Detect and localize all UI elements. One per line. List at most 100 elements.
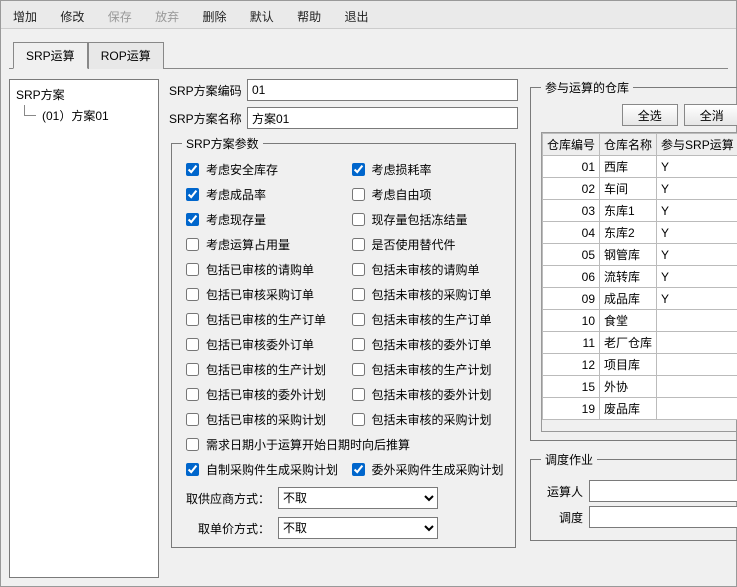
table-row[interactable]: 10食堂 [543,310,737,332]
cell-name: 外协 [600,376,657,398]
param-checkbox[interactable] [186,388,199,401]
default-button[interactable]: 默认 [240,5,284,28]
check-item: 包括已审核委外订单 [182,335,340,354]
cell-code: 02 [543,178,600,200]
cell-name: 项目库 [600,354,657,376]
cell-flag [657,332,737,354]
param-checkbox[interactable] [186,338,199,351]
cell-flag: Y [657,200,737,222]
param-label: 包括已审核委外订单 [206,336,314,353]
param-checkbox[interactable] [352,188,365,201]
param-checkbox[interactable] [186,363,199,376]
edit-button[interactable]: 修改 [50,5,94,28]
operator-label: 运算人 [541,483,583,500]
col-name[interactable]: 仓库名称 [600,134,657,156]
table-row[interactable]: 05钢管库Y [543,244,737,266]
warehouse-table-wrap[interactable]: 仓库编号 仓库名称 参与SRP运算 01西库Y02车间Y03东库1Y04东库2Y… [541,132,737,432]
price-select[interactable]: 不取 [278,517,438,539]
param-label: 考虑安全库存 [206,161,278,178]
param-label: 包括已审核的生产订单 [206,311,326,328]
table-row[interactable]: 04东库2Y [543,222,737,244]
param-label: 考虑自由项 [372,186,432,203]
check-item: 包括未审核的生产订单 [348,310,506,329]
table-row[interactable]: 06流转库Y [543,266,737,288]
check-item: 自制采购件生成采购计划 [182,460,340,479]
param-checkbox[interactable] [352,388,365,401]
name-input[interactable] [247,107,518,129]
tree-root[interactable]: SRP方案 [14,84,154,105]
abandon-button: 放弃 [145,5,189,28]
param-checkbox[interactable] [186,463,199,476]
check-item: 需求日期小于运算开始日期时向后推算 [182,435,505,454]
check-item: 委外采购件生成采购计划 [348,460,506,479]
param-checkbox[interactable] [186,163,199,176]
cell-code: 06 [543,266,600,288]
cell-flag: Y [657,156,737,178]
warehouse-fieldset: 参与运算的仓库 全选 全消 仓库编号 仓库名称 参与SRP运算 [530,79,737,441]
param-checkbox[interactable] [352,213,365,226]
col-code[interactable]: 仓库编号 [543,134,600,156]
panels: SRP方案 (01）方案01 SRP方案编码 SRP方案名称 SRP方案参数 考… [9,69,728,578]
check-item: 现存量包括冻结量 [348,210,506,229]
param-checkbox[interactable] [352,238,365,251]
param-checkbox[interactable] [352,313,365,326]
tree-item-plan01[interactable]: (01）方案01 [14,105,154,126]
check-item: 包括未审核的请购单 [348,260,506,279]
param-label: 考虑成品率 [206,186,266,203]
table-row[interactable]: 09成品库Y [543,288,737,310]
code-input[interactable] [247,79,518,101]
add-button[interactable]: 增加 [3,5,47,28]
cell-name: 东库1 [600,200,657,222]
param-checkbox[interactable] [186,313,199,326]
param-checkbox[interactable] [186,213,199,226]
param-label: 包括未审核的委外订单 [372,336,492,353]
table-row[interactable]: 02车间Y [543,178,737,200]
name-label: SRP方案名称 [169,110,245,127]
select-none-button[interactable]: 全消 [684,104,737,126]
help-button[interactable]: 帮助 [287,5,331,28]
check-item: 包括未审核的委外订单 [348,335,506,354]
cell-flag [657,376,737,398]
cell-code: 10 [543,310,600,332]
param-checkbox[interactable] [352,363,365,376]
param-checkbox[interactable] [186,288,199,301]
table-row[interactable]: 11老厂仓库 [543,332,737,354]
param-checkbox[interactable] [352,413,365,426]
table-row[interactable]: 15外协 [543,376,737,398]
table-row[interactable]: 03东库1Y [543,200,737,222]
table-row[interactable]: 19废品库 [543,398,737,420]
table-row[interactable]: 12项目库 [543,354,737,376]
dispatch-input[interactable] [589,506,737,528]
param-checkbox[interactable] [186,263,199,276]
table-row[interactable]: 01西库Y [543,156,737,178]
param-checkbox[interactable] [352,163,365,176]
cell-flag: Y [657,266,737,288]
select-all-button[interactable]: 全选 [622,104,678,126]
param-checkbox[interactable] [352,463,365,476]
param-label: 自制采购件生成采购计划 [206,461,338,478]
cell-code: 15 [543,376,600,398]
param-label: 包括已审核的采购计划 [206,411,326,428]
plan-tree: SRP方案 (01）方案01 [9,79,159,578]
check-item: 考虑成品率 [182,185,340,204]
supplier-select[interactable]: 不取 [278,487,438,509]
param-checkbox[interactable] [186,238,199,251]
tab-srp[interactable]: SRP运算 [13,42,88,69]
param-checkbox[interactable] [352,338,365,351]
col-flag[interactable]: 参与SRP运算 [657,134,737,156]
schedule-fieldset: 调度作业 运算人 调度 [530,451,737,541]
param-label: 包括未审核的采购订单 [372,286,492,303]
cell-flag: Y [657,178,737,200]
param-checkbox[interactable] [186,188,199,201]
warehouse-legend: 参与运算的仓库 [541,79,633,96]
check-item: 考虑运算占用量 [182,235,340,254]
exit-button[interactable]: 退出 [335,5,379,28]
delete-button[interactable]: 删除 [192,5,236,28]
tab-rop[interactable]: ROP运算 [88,42,164,69]
param-checkbox[interactable] [352,288,365,301]
param-checkbox[interactable] [186,413,199,426]
param-checkbox[interactable] [186,438,199,451]
cell-code: 03 [543,200,600,222]
param-checkbox[interactable] [352,263,365,276]
operator-input[interactable] [589,480,737,502]
